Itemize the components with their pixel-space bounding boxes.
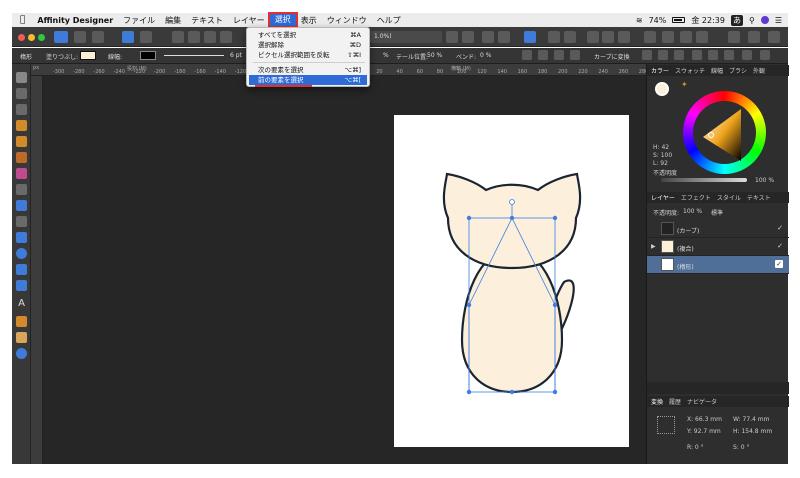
- handle-top-middle: [509, 215, 515, 221]
- lightness-value: L: 92: [653, 160, 668, 167]
- layer-opacity-value[interactable]: 100 %: [683, 208, 702, 215]
- tab-styles[interactable]: スタイル: [717, 193, 741, 202]
- menu-item-shortcut: ⌘A: [350, 31, 361, 39]
- layer-thumbnail: [661, 222, 674, 235]
- transform-panel-tabs: 変換 履歴 ナビゲータ: [647, 396, 789, 407]
- handle-bottom-left: [466, 389, 472, 395]
- layer-panel-tabs: レイヤー エフェクト スタイル テキスト: [647, 192, 789, 203]
- tab-swatches[interactable]: スウォッチ: [675, 66, 705, 75]
- screenshot:  Affinity Designer ファイル 編集 テキスト レイヤー 選択…: [0, 0, 800, 478]
- menu-item-label: 次の要素を選択: [258, 66, 304, 74]
- saturation-value: S: 100: [653, 152, 673, 159]
- transform-x[interactable]: X: 66.3 mm: [687, 416, 722, 423]
- tab-color[interactable]: カラー: [651, 66, 669, 75]
- menu-item-label: 選択解除: [258, 41, 284, 49]
- menu-item-label: 前の要素を選択: [258, 76, 304, 84]
- transform-s[interactable]: S: 0 °: [733, 444, 749, 451]
- fill-stroke-well[interactable]: [655, 82, 669, 96]
- blend-mode-select[interactable]: 標準: [711, 208, 723, 217]
- layer-thumbnail: [661, 240, 674, 253]
- tab-navigator[interactable]: ナビゲータ: [687, 397, 717, 406]
- tab-stroke[interactable]: 線幅: [711, 66, 723, 75]
- tab-layers[interactable]: レイヤー: [651, 193, 675, 202]
- layer-visibility-check[interactable]: ✓: [775, 260, 783, 268]
- highlight-underline: [255, 85, 312, 87]
- hue-value: H: 42: [653, 144, 670, 151]
- layer-thumbnail: [661, 258, 674, 271]
- menu-item-invert-pixel-selection[interactable]: ピクセル選択範囲を反転 ⇧⌘I: [249, 50, 367, 60]
- cat-body: [460, 248, 564, 394]
- menu-item-shortcut: ⇧⌘I: [347, 51, 361, 59]
- layer-name: (複合): [677, 246, 694, 253]
- anchor-grid[interactable]: [657, 416, 675, 434]
- opacity-label: 不透明度: [653, 170, 678, 177]
- transform-h[interactable]: H: 154.8 mm: [733, 428, 772, 435]
- handle-top-right: [552, 215, 558, 221]
- color-triangle[interactable]: [683, 91, 766, 174]
- transform-w[interactable]: W: 77.4 mm: [733, 416, 769, 423]
- opacity-value[interactable]: 100 %: [755, 177, 774, 184]
- handle-bottom-middle: [509, 389, 515, 395]
- menu-item-label: ピクセル選択範囲を反転: [258, 51, 330, 59]
- color-panel-tabs: カラー スウォッチ 線幅 ブラシ 外観: [647, 65, 789, 76]
- menu-item-shortcut: ⌘D: [349, 41, 361, 49]
- cat-head: [442, 172, 582, 270]
- handle-bottom-right: [552, 389, 558, 395]
- layer-visibility-check[interactable]: ✓: [777, 242, 783, 250]
- handle-middle-right: [552, 302, 558, 308]
- layer-name: (楕形): [677, 264, 694, 271]
- transform-r[interactable]: R: 0 °: [687, 444, 704, 451]
- layer-row[interactable]: (カーブ) ✓: [647, 220, 789, 238]
- layer-visibility-check[interactable]: ✓: [777, 224, 783, 232]
- menu-separator: [253, 62, 365, 63]
- layer-name: (カーブ): [677, 228, 700, 235]
- tab-transform[interactable]: 変換: [651, 397, 663, 406]
- color-picker-icon[interactable]: ✦: [681, 80, 688, 89]
- menu-item-select-next[interactable]: 次の要素を選択 ⌥⌘]: [249, 65, 367, 75]
- opacity-slider[interactable]: [661, 178, 747, 182]
- right-studio-panel: カラー スウォッチ 線幅 ブラシ 外観 ✦ H: 42 S: 100 L: 92…: [646, 64, 789, 464]
- tab-appearance[interactable]: 外観: [753, 66, 765, 75]
- menu-item-select-previous[interactable]: 前の要素を選択 ⌥⌘[: [249, 75, 367, 85]
- menu-item-label: すべてを選択: [258, 31, 297, 39]
- layer-opacity-label: 不透明度:: [653, 210, 680, 217]
- select-menu-dropdown: すべてを選択 ⌘A 選択解除 ⌘D ピクセル選択範囲を反転 ⇧⌘I 次の要素を選…: [246, 27, 370, 87]
- layer-row[interactable]: ▶ (複合) ✓: [647, 238, 789, 256]
- tab-effects[interactable]: エフェクト: [681, 193, 711, 202]
- menu-item-shortcut: ⌥⌘[: [344, 76, 361, 84]
- layer-panel-footer: [647, 382, 789, 394]
- handle-top-left: [466, 215, 472, 221]
- tab-text-styles[interactable]: テキスト: [747, 193, 771, 202]
- rotation-handle: [509, 199, 515, 205]
- handle-middle-left: [466, 302, 472, 308]
- expand-arrow-icon[interactable]: ▶: [651, 243, 656, 250]
- transform-y[interactable]: Y: 92.7 mm: [687, 428, 721, 435]
- menu-item-select-all[interactable]: すべてを選択 ⌘A: [249, 30, 367, 40]
- tab-brushes[interactable]: ブラシ: [729, 66, 747, 75]
- menu-item-deselect[interactable]: 選択解除 ⌘D: [249, 40, 367, 50]
- menu-item-shortcut: ⌥⌘]: [344, 66, 361, 74]
- tab-history[interactable]: 履歴: [669, 397, 681, 406]
- layer-row-selected[interactable]: (楕形) ✓: [647, 256, 789, 274]
